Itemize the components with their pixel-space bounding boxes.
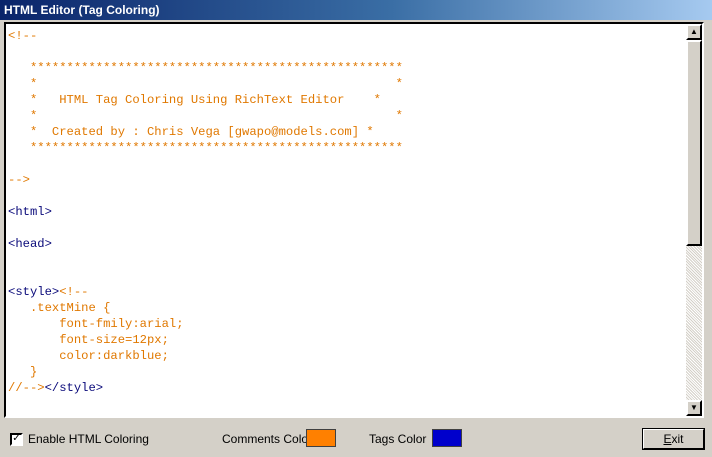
- exit-button-label: xit: [671, 432, 684, 446]
- code-line: .textMine {: [8, 300, 684, 316]
- comment-text: <!--: [59, 285, 89, 299]
- footer-bar: ✓ Enable HTML Coloring Comments Color Ta…: [0, 420, 712, 457]
- html-editor-window: HTML Editor (Tag Coloring) <!-- ********…: [0, 0, 712, 457]
- code-line: font-fmily:arial;: [8, 316, 684, 332]
- enable-coloring-label: Enable HTML Coloring: [28, 432, 149, 446]
- code-line: * *: [8, 108, 684, 124]
- code-line: <!--: [8, 28, 684, 44]
- code-line: -->: [8, 172, 684, 188]
- code-line: font-size=12px;: [8, 332, 684, 348]
- comment-text: font-size=12px;: [8, 333, 169, 347]
- comment-text: <!--: [8, 29, 38, 43]
- code-text-area[interactable]: <!-- ***********************************…: [8, 28, 684, 414]
- enable-coloring-checkbox[interactable]: ✓: [10, 432, 23, 446]
- enable-coloring-option[interactable]: ✓ Enable HTML Coloring: [10, 432, 149, 446]
- code-line: </head>: [8, 412, 684, 414]
- comment-text: * Created by : Chris Vega [gwapo@models.…: [8, 125, 374, 139]
- scroll-down-arrow-icon[interactable]: ▼: [686, 400, 702, 416]
- code-line: * Created by : Chris Vega [gwapo@models.…: [8, 124, 684, 140]
- comments-color-label: Comments Color: [222, 432, 313, 446]
- tags-color-swatch[interactable]: [432, 429, 462, 447]
- vertical-scrollbar[interactable]: ▲ ▼: [686, 24, 702, 416]
- code-line: }: [8, 364, 684, 380]
- html-tag-text: <style>: [8, 285, 60, 299]
- tags-color-label: Tags Color: [369, 432, 427, 446]
- rich-text-editor[interactable]: <!-- ***********************************…: [4, 22, 704, 418]
- comment-text: * *: [8, 77, 403, 91]
- comment-text: font-fmily:arial;: [8, 317, 184, 331]
- comment-text: ****************************************…: [8, 61, 403, 75]
- code-line: <style><!--: [8, 284, 684, 300]
- code-line: <html>: [8, 204, 684, 220]
- html-tag-text: <html>: [8, 205, 52, 219]
- comment-text: }: [8, 365, 38, 379]
- comment-text: .textMine {: [8, 301, 111, 315]
- code-line: color:darkblue;: [8, 348, 684, 364]
- exit-button-mnemonic: E: [663, 432, 672, 446]
- comment-text: * HTML Tag Coloring Using RichText Edito…: [8, 93, 381, 107]
- comment-text: ****************************************…: [8, 141, 403, 155]
- exit-button[interactable]: Exit: [642, 428, 705, 450]
- comment-text: -->: [8, 173, 30, 187]
- comments-color-swatch[interactable]: [306, 429, 336, 447]
- code-line: //--></style>: [8, 380, 684, 396]
- code-line: ****************************************…: [8, 60, 684, 76]
- code-line: <head>: [8, 236, 684, 252]
- html-tag-text: </style>: [44, 381, 104, 395]
- html-tag-text: <head>: [8, 237, 52, 251]
- html-tag-text: </head>: [8, 413, 59, 414]
- title-bar[interactable]: HTML Editor (Tag Coloring): [0, 0, 712, 20]
- window-title: HTML Editor (Tag Coloring): [4, 3, 160, 17]
- code-line: * *: [8, 76, 684, 92]
- comment-text: color:darkblue;: [8, 349, 169, 363]
- code-line: * HTML Tag Coloring Using RichText Edito…: [8, 92, 684, 108]
- comment-text: //-->: [8, 381, 45, 395]
- scrollbar-thumb[interactable]: [686, 40, 702, 246]
- comment-text: * *: [8, 109, 403, 123]
- scroll-up-arrow-icon[interactable]: ▲: [686, 24, 702, 40]
- code-line: ****************************************…: [8, 140, 684, 156]
